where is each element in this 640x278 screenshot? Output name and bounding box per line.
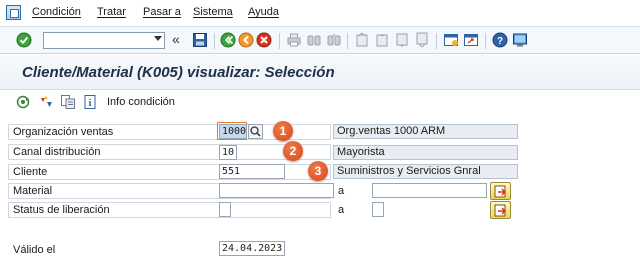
material-from-input[interactable]: [219, 183, 334, 198]
step-badge-3: 3: [308, 161, 328, 181]
toolbar-separator: [485, 33, 486, 49]
menu-condicion[interactable]: Condición: [32, 6, 81, 18]
menu-sistema[interactable]: Sistema: [193, 6, 233, 18]
material-to-input[interactable]: [372, 183, 487, 198]
customize-layout-icon[interactable]: [512, 32, 528, 48]
org-ventas-input[interactable]: 1000: [219, 124, 247, 139]
label-valido-el: Válido el: [13, 244, 56, 256]
page-title: Cliente/Material (K005) visualizar: Sele…: [22, 64, 335, 81]
cliente-description: Suministros y Servicios Gnral: [333, 164, 518, 179]
svg-text:i: i: [89, 98, 92, 109]
info-icon[interactable]: i: [82, 94, 98, 110]
status-from-input[interactable]: [219, 202, 231, 217]
help-icon[interactable]: ?: [492, 32, 508, 48]
back-icon[interactable]: [220, 32, 236, 48]
multiple-selection-arrow-icon: [494, 185, 507, 198]
collapse-chevron-icon[interactable]: «: [172, 31, 180, 47]
application-toolbar: i Info condición: [0, 91, 640, 113]
menu-tratar[interactable]: Tratar: [97, 6, 126, 18]
menu-ayuda[interactable]: Ayuda: [248, 6, 279, 18]
status-multiple-selection-button[interactable]: [490, 201, 511, 219]
label-material: Material: [13, 185, 53, 197]
find-icon: [307, 35, 321, 46]
toolbar-separator: [436, 33, 437, 49]
org-ventas-description: Org.ventas 1000 ARM: [333, 124, 518, 139]
command-field[interactable]: [43, 32, 165, 49]
new-session-icon[interactable]: [443, 32, 459, 48]
other-selection-icon[interactable]: [38, 94, 54, 110]
svg-text:?: ?: [497, 36, 503, 47]
toolbar-separator: [214, 33, 215, 49]
menu-pasar-a[interactable]: Pasar a: [143, 6, 181, 18]
previous-page-icon: [376, 34, 388, 47]
search-help-icon[interactable]: [248, 124, 263, 139]
material-multiple-selection-button[interactable]: [490, 182, 511, 200]
cliente-input[interactable]: 551: [219, 164, 285, 179]
chevron-down-icon[interactable]: [154, 36, 162, 41]
label-status-liberacion: Status de liberación: [13, 204, 110, 216]
exit-icon[interactable]: [238, 32, 254, 48]
toolbar-separator: [279, 33, 280, 49]
find-next-icon: [327, 33, 341, 46]
label-canal-distribucion: Canal distribución: [13, 146, 101, 158]
menu-bar: Condición Tratar Pasar a Sistema Ayuda: [0, 0, 640, 26]
standard-toolbar: « ?: [0, 26, 640, 54]
title-bar: Cliente/Material (K005) visualizar: Sele…: [0, 55, 640, 90]
window-menu-icon[interactable]: [6, 5, 21, 20]
material-to-label: a: [338, 185, 345, 197]
status-to-input[interactable]: [372, 202, 384, 217]
label-cliente: Cliente: [13, 166, 48, 178]
cancel-icon[interactable]: [256, 32, 272, 48]
variants-icon[interactable]: [60, 94, 76, 110]
print-icon: [287, 33, 301, 47]
first-page-icon: [356, 32, 368, 47]
save-icon[interactable]: [192, 32, 208, 48]
toolbar-separator: [347, 33, 348, 49]
enter-check-icon[interactable]: [16, 32, 32, 48]
shortcut-icon[interactable]: [463, 32, 479, 48]
canal-distribucion-description: Mayorista: [333, 145, 518, 160]
valido-el-input[interactable]: 24.04.2023: [219, 241, 285, 256]
next-page-icon: [396, 33, 408, 47]
canal-distribucion-input[interactable]: 10: [219, 145, 237, 160]
selection-form: Organización ventas 1000 1 Org.ventas 10…: [0, 113, 640, 278]
execute-icon[interactable]: [16, 94, 32, 110]
status-to-label: a: [338, 204, 345, 216]
label-org-ventas: Organización ventas: [13, 126, 114, 138]
info-condicion-button[interactable]: Info condición: [107, 96, 175, 108]
step-badge-1: 1: [273, 121, 293, 141]
step-badge-2: 2: [283, 141, 303, 161]
multiple-selection-arrow-icon: [494, 204, 507, 217]
last-page-icon: [416, 32, 428, 48]
